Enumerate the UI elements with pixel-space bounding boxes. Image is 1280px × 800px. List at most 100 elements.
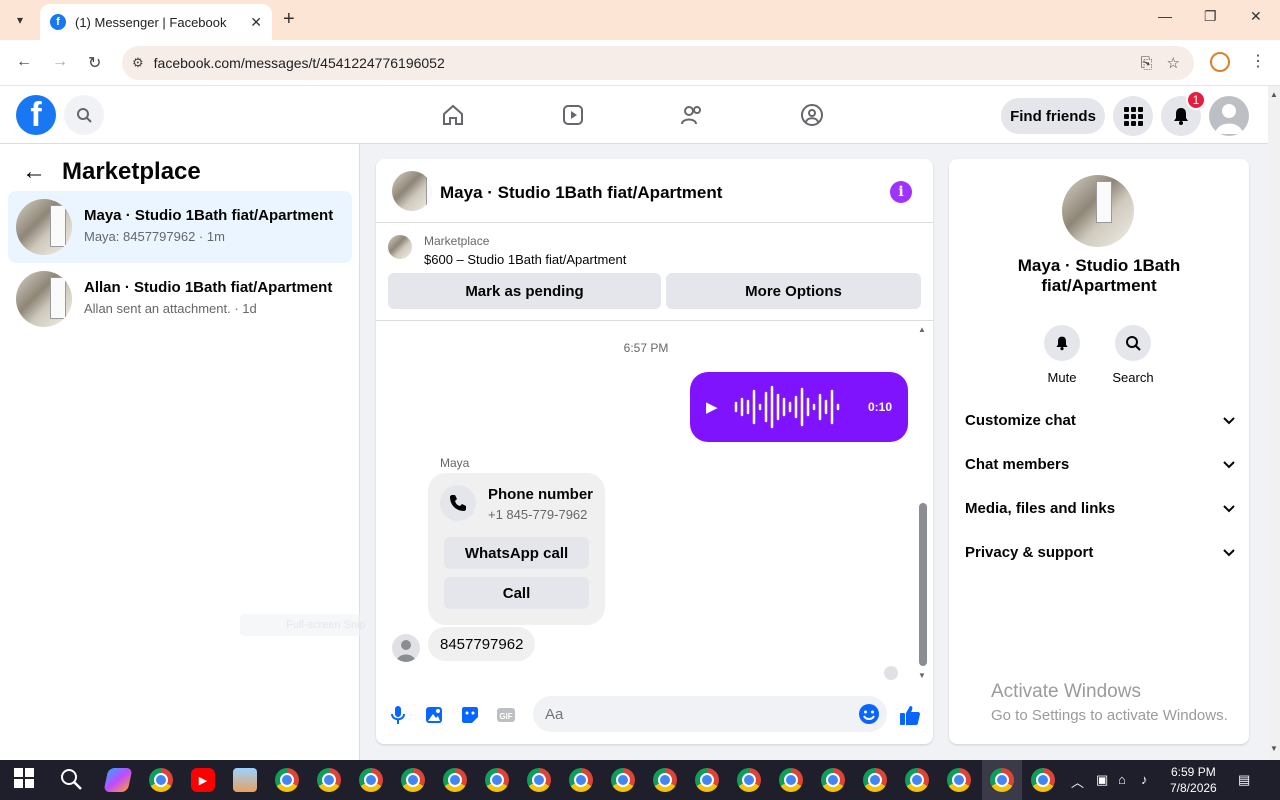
chat-title[interactable]: Maya · Studio 1Bath fiat/Apartment xyxy=(440,183,722,203)
voice-message[interactable]: ▶ 0:10 xyxy=(690,372,908,442)
active-taskbar-item[interactable] xyxy=(982,760,1022,800)
notification-center-icon[interactable]: ▤ xyxy=(1238,772,1250,788)
friends-icon[interactable] xyxy=(678,101,706,129)
play-icon[interactable]: ▶ xyxy=(706,398,718,416)
more-options-button[interactable]: More Options xyxy=(666,273,921,309)
sender-avatar[interactable] xyxy=(392,634,420,662)
chrome-taskbar-icon[interactable] xyxy=(1031,768,1055,792)
conversation-item-maya[interactable]: Maya · Studio 1Bath fiat/Apartment Maya:… xyxy=(8,191,352,263)
menu-grid-icon[interactable] xyxy=(1113,96,1153,136)
show-hidden-icons-icon[interactable]: ︿ xyxy=(1071,772,1084,791)
tab-close-icon[interactable]: ✕ xyxy=(250,14,262,31)
search-icon[interactable] xyxy=(64,95,104,135)
info-icon[interactable]: i xyxy=(890,181,912,203)
minimize-button[interactable]: — xyxy=(1158,8,1172,24)
site-info-icon[interactable]: ⚙ xyxy=(132,55,144,71)
chrome-taskbar-icon[interactable] xyxy=(611,768,635,792)
video-icon[interactable] xyxy=(559,101,587,129)
chrome-taskbar-icon[interactable] xyxy=(779,768,803,792)
chrome-taskbar-icon[interactable] xyxy=(990,768,1014,792)
conversation-item-allan[interactable]: Allan · Studio 1Bath fiat/Apartment Alla… xyxy=(8,263,352,335)
chrome-taskbar-icon[interactable] xyxy=(149,768,173,792)
message-input[interactable] xyxy=(533,696,833,732)
url-text[interactable]: facebook.com/messages/t/4541224776196052 xyxy=(154,55,1141,71)
back-button[interactable]: ← xyxy=(16,53,32,71)
volume-icon[interactable]: ♪ xyxy=(1141,772,1148,787)
back-arrow-icon[interactable]: ← xyxy=(22,158,46,186)
chat-scrollbar[interactable]: ▲ ▼ xyxy=(918,325,928,681)
chrome-taskbar-icon[interactable] xyxy=(485,768,509,792)
scroll-up-icon[interactable]: ▲ xyxy=(1270,90,1278,99)
chrome-taskbar-icon[interactable] xyxy=(695,768,719,792)
taskbar-clock[interactable]: 6:59 PM 7/8/2026 xyxy=(1170,764,1217,796)
call-button[interactable]: Call xyxy=(444,577,589,609)
listing-thumbnail[interactable] xyxy=(388,235,412,259)
scroll-down-icon[interactable]: ▼ xyxy=(918,671,926,680)
section-customize-chat[interactable]: Customize chat xyxy=(965,398,1235,442)
scrollbar-thumb[interactable] xyxy=(919,503,927,666)
scroll-down-icon[interactable]: ▼ xyxy=(1270,744,1278,753)
chat-avatar[interactable] xyxy=(392,171,432,211)
whatsapp-call-button[interactable]: WhatsApp call xyxy=(444,537,589,569)
listing-thumbnail xyxy=(16,271,72,327)
facebook-logo-icon[interactable]: f xyxy=(16,95,56,135)
chrome-taskbar-icon[interactable] xyxy=(359,768,383,792)
reload-button[interactable]: ↻ xyxy=(88,53,101,73)
forward-button[interactable]: → xyxy=(52,53,68,71)
browser-profile-icon[interactable] xyxy=(1210,52,1230,72)
address-bar[interactable]: ⚙ facebook.com/messages/t/45412247761960… xyxy=(122,46,1194,80)
message-bubble[interactable]: 8457797962 xyxy=(428,627,536,661)
mark-as-pending-button[interactable]: Mark as pending xyxy=(388,273,661,309)
profile-avatar[interactable] xyxy=(1062,175,1134,247)
groups-icon[interactable] xyxy=(798,101,826,129)
search-icon[interactable] xyxy=(1115,325,1151,361)
section-chat-members[interactable]: Chat members xyxy=(965,442,1235,486)
marketplace-listing-bar: Marketplace $600 – Studio 1Bath fiat/Apa… xyxy=(376,223,933,321)
chrome-taskbar-icon[interactable] xyxy=(443,768,467,792)
bell-icon[interactable] xyxy=(1044,325,1080,361)
tab-search-dropdown[interactable]: ▾ xyxy=(8,8,32,32)
account-avatar[interactable] xyxy=(1209,96,1249,136)
chrome-taskbar-icon[interactable] xyxy=(863,768,887,792)
thumbs-up-icon[interactable] xyxy=(898,703,922,727)
message-input-container[interactable] xyxy=(533,696,887,732)
network-icon[interactable]: ⌂ xyxy=(1118,772,1126,787)
chrome-taskbar-icon[interactable] xyxy=(317,768,341,792)
new-tab-button[interactable]: + xyxy=(283,8,295,31)
restore-button[interactable]: ❐ xyxy=(1204,8,1217,25)
section-privacy-support[interactable]: Privacy & support xyxy=(965,530,1235,574)
mute-action[interactable]: Mute xyxy=(1032,325,1092,385)
youtube-icon[interactable]: ▶ xyxy=(191,768,215,792)
windows-start-icon[interactable] xyxy=(14,768,38,792)
chrome-taskbar-icon[interactable] xyxy=(653,768,677,792)
photo-icon[interactable] xyxy=(422,703,446,727)
chrome-taskbar-icon[interactable] xyxy=(821,768,845,792)
microphone-icon[interactable] xyxy=(386,703,410,727)
find-friends-button[interactable]: Find friends xyxy=(1001,98,1105,134)
window-close-button[interactable]: ✕ xyxy=(1250,8,1262,25)
chrome-taskbar-icon[interactable] xyxy=(947,768,971,792)
copilot-icon[interactable] xyxy=(103,768,133,792)
section-media-files-links[interactable]: Media, files and links xyxy=(965,486,1235,530)
chrome-taskbar-icon[interactable] xyxy=(737,768,761,792)
bookmark-star-icon[interactable]: ☆ xyxy=(1167,54,1180,72)
browser-menu-icon[interactable]: ⋮ xyxy=(1250,51,1266,71)
photos-app-icon[interactable] xyxy=(233,768,257,792)
chrome-taskbar-icon[interactable] xyxy=(569,768,593,792)
search-action[interactable]: Search xyxy=(1103,325,1163,385)
taskbar-search-icon[interactable] xyxy=(60,768,84,792)
camera-tray-icon[interactable]: ▣ xyxy=(1096,772,1108,788)
gif-icon[interactable]: GIF xyxy=(494,703,518,727)
install-app-icon[interactable]: ⎘ xyxy=(1141,55,1153,72)
chrome-taskbar-icon[interactable] xyxy=(275,768,299,792)
page-scrollbar[interactable]: ▲ ▼ xyxy=(1268,86,1280,760)
chrome-taskbar-icon[interactable] xyxy=(905,768,929,792)
chrome-taskbar-icon[interactable] xyxy=(527,768,551,792)
scroll-up-icon[interactable]: ▲ xyxy=(918,325,926,334)
chrome-taskbar-icon[interactable] xyxy=(401,768,425,792)
browser-tab[interactable]: f (1) Messenger | Facebook ✕ xyxy=(40,4,272,40)
emoji-icon[interactable] xyxy=(857,702,881,726)
home-icon[interactable] xyxy=(439,101,467,129)
sticker-icon[interactable] xyxy=(458,703,482,727)
listing-price-title[interactable]: $600 – Studio 1Bath fiat/Apartment xyxy=(424,252,626,267)
